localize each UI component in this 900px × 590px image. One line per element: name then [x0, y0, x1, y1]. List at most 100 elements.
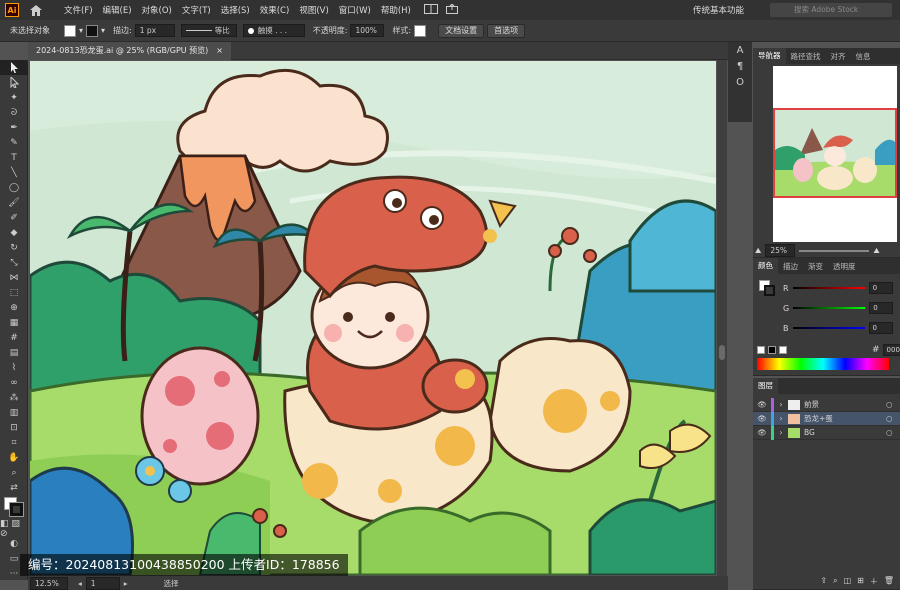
character-panel-icon[interactable]: A [728, 42, 752, 58]
symbol-sprayer-tool-icon[interactable]: ⁂ [0, 390, 28, 405]
none-swatch-icon[interactable] [757, 346, 765, 354]
delete-layer-icon[interactable]: 🗑 [884, 576, 894, 587]
expand-chevron-icon[interactable]: › [774, 428, 788, 437]
paragraph-panel-icon[interactable]: ¶ [728, 58, 752, 74]
tab-layers[interactable]: 图层 [753, 378, 778, 394]
layer-row[interactable]: 👁 › 恐龙+蛋 ○ [753, 411, 900, 426]
menu-object[interactable]: 对象(O) [137, 4, 177, 16]
workspace-switcher[interactable]: 传统基本功能 [693, 4, 744, 16]
black-swatch-icon[interactable] [768, 346, 776, 354]
artboard-tool-icon[interactable]: ⊡ [0, 420, 28, 435]
stroke-profile-dropdown[interactable]: 等比 [180, 24, 237, 37]
slice-tool-icon[interactable]: ⌗ [0, 435, 28, 450]
stroke-swatch[interactable] [86, 24, 99, 37]
new-layer-icon[interactable]: ＋ [870, 576, 878, 587]
stock-search-input[interactable]: 搜索 Adobe Stock [770, 3, 892, 17]
tab-stroke[interactable]: 描边 [778, 261, 803, 272]
zoom-in-icon[interactable]: ⛰ [873, 246, 879, 256]
graphic-style-swatch[interactable] [414, 24, 427, 37]
color-fill-stroke-icon[interactable] [759, 280, 775, 296]
type-tool-icon[interactable]: T [0, 150, 28, 165]
selection-tool-icon[interactable] [0, 60, 28, 75]
swap-fill-stroke-icon[interactable]: ⇄ [0, 480, 28, 495]
next-artboard-icon[interactable]: ▸ [124, 579, 128, 588]
zoom-field[interactable]: 12.5% [30, 576, 68, 590]
column-graph-tool-icon[interactable]: ▥ [0, 405, 28, 420]
prev-artboard-icon[interactable]: ◂ [78, 579, 82, 588]
eye-icon[interactable]: 👁 [753, 400, 771, 409]
white-swatch-icon[interactable] [779, 346, 787, 354]
shape-builder-tool-icon[interactable]: ⊕ [0, 300, 28, 315]
arrange-docs-icon[interactable] [423, 3, 438, 17]
ellipse-tool-icon[interactable]: ◯ [0, 180, 28, 195]
preferences-button[interactable]: 首选项 [487, 23, 526, 38]
scrollbar-thumb[interactable] [719, 345, 725, 360]
menu-edit[interactable]: 编辑(E) [98, 4, 137, 16]
locate-object-icon[interactable]: ⌕ [833, 576, 837, 587]
clipping-mask-icon[interactable]: ◫ [844, 576, 852, 587]
curvature-tool-icon[interactable]: ✎ [0, 135, 28, 150]
menu-view[interactable]: 视图(V) [294, 4, 333, 16]
color-spectrum[interactable] [757, 358, 889, 370]
blue-value-field[interactable]: 0 [868, 322, 893, 334]
vertical-scrollbar[interactable] [717, 60, 727, 576]
direct-selection-tool-icon[interactable] [0, 75, 28, 90]
chevron-down-icon[interactable]: ▾ [79, 26, 83, 35]
eyedropper-tool-icon[interactable]: ⌇ [0, 360, 28, 375]
zoom-out-icon[interactable]: ⛰ [755, 246, 761, 256]
tab-transparency[interactable]: 透明度 [828, 261, 861, 272]
scale-tool-icon[interactable]: ⤡ [0, 255, 28, 270]
tab-navigator[interactable]: 导航器 [753, 48, 786, 64]
artboard[interactable] [30, 61, 716, 575]
green-slider[interactable] [793, 307, 866, 309]
artboard-number-field[interactable]: 1 [85, 576, 120, 590]
color-mode-icons[interactable]: ◧ ▨ ⊘ [0, 519, 28, 539]
zoom-tool-icon[interactable]: ⌕ [0, 465, 28, 480]
tab-info[interactable]: 信息 [851, 51, 876, 62]
stroke-weight-field[interactable]: 1 px [134, 24, 175, 37]
expand-chevron-icon[interactable]: › [774, 400, 788, 409]
paintbrush-tool-icon[interactable]: 🖌 [0, 195, 28, 210]
target-circle-icon[interactable]: ○ [886, 414, 900, 423]
opacity-field[interactable]: 100% [350, 24, 385, 37]
green-value-field[interactable]: 0 [869, 302, 894, 314]
layer-row[interactable]: 👁 › BG ○ [753, 425, 900, 440]
tab-gradient[interactable]: 渐变 [803, 261, 828, 272]
fill-stroke-control[interactable] [0, 495, 27, 521]
navigator-zoom-slider[interactable] [799, 249, 870, 252]
menu-select[interactable]: 选择(S) [216, 4, 255, 16]
target-circle-icon[interactable]: ○ [886, 428, 900, 437]
canvas-area[interactable] [28, 60, 717, 576]
navigator-zoom-field[interactable]: 25% [765, 244, 796, 257]
share-icon[interactable] [445, 2, 458, 17]
expand-chevron-icon[interactable]: › [774, 414, 788, 423]
eye-icon[interactable]: 👁 [753, 428, 771, 437]
fill-swatch[interactable] [64, 24, 76, 37]
tab-color[interactable]: 颜色 [753, 258, 778, 274]
menu-help[interactable]: 帮助(H) [376, 4, 416, 16]
hex-field[interactable]: 000000 [882, 344, 900, 356]
mesh-tool-icon[interactable]: # [0, 330, 28, 345]
target-circle-icon[interactable]: ○ [886, 400, 900, 409]
blend-tool-icon[interactable]: ∞ [0, 375, 28, 390]
export-icon[interactable]: ⇪ [820, 576, 827, 587]
opentype-panel-icon[interactable]: O [728, 74, 752, 90]
document-setup-button[interactable]: 文档设置 [438, 23, 485, 38]
magic-wand-tool-icon[interactable]: ✦ [0, 90, 28, 105]
lasso-tool-icon[interactable]: ᘐ [0, 105, 28, 120]
line-tool-icon[interactable]: ╲ [0, 165, 28, 180]
eraser-tool-icon[interactable]: ◆ [0, 225, 28, 240]
red-value-field[interactable]: 0 [868, 282, 893, 294]
blue-slider[interactable] [792, 327, 865, 329]
close-icon[interactable]: × [216, 42, 223, 60]
perspective-grid-tool-icon[interactable]: ▦ [0, 315, 28, 330]
free-transform-tool-icon[interactable]: ⬚ [0, 285, 28, 300]
stroke-color-icon[interactable] [9, 502, 24, 517]
brush-dropdown[interactable]: 触摸 . . . [242, 24, 305, 37]
shaper-tool-icon[interactable]: ✐ [0, 210, 28, 225]
tab-pathfinder[interactable]: 路径查找 [786, 51, 826, 62]
menu-file[interactable]: 文件(F) [59, 4, 98, 16]
eye-icon[interactable]: 👁 [753, 414, 771, 423]
menu-window[interactable]: 窗口(W) [334, 4, 376, 16]
menu-type[interactable]: 文字(T) [177, 4, 216, 16]
